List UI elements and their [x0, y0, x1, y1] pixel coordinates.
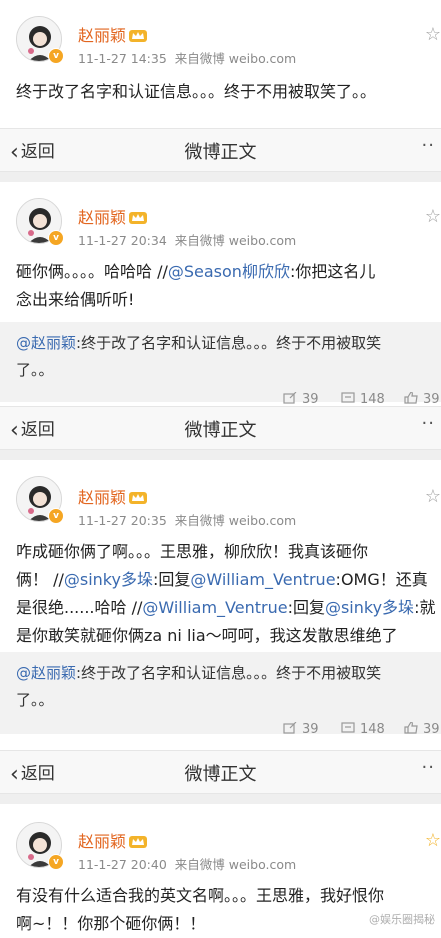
divider	[0, 450, 441, 460]
post-text: 咋成砸你俩了啊。。。王思雅，柳欣欣！我真该砸你 俩！ //@sinky多垛:回复…	[16, 538, 441, 650]
page-title: 微博正文	[184, 142, 257, 163]
post-meta: 11-1-27 20:40 来自微博 weibo.com	[78, 854, 296, 873]
watermark: @娱乐圈揭秘	[369, 913, 435, 926]
post-text-plain: :你把这名儿	[289, 262, 376, 281]
post-source: 来自微博 weibo.com	[174, 51, 297, 66]
username[interactable]: 赵丽颖	[78, 204, 148, 228]
more-icon[interactable]: ··	[422, 135, 435, 156]
comment-icon	[341, 722, 355, 734]
mention-link[interactable]: @William_Ventrue	[142, 598, 287, 617]
favorite-star-icon[interactable]: ☆	[425, 486, 441, 507]
username[interactable]: 赵丽颖	[78, 828, 148, 852]
crown-icon	[129, 489, 148, 508]
post-text-plain: :回复	[287, 598, 325, 617]
retweet-text-line: 了。。	[16, 691, 54, 709]
repost-count-value: 39	[302, 722, 319, 737]
navbar: ‹ 返回 微博正文 ··	[0, 406, 441, 450]
username-text: 赵丽颖	[78, 208, 127, 227]
post-source: 来自微博 weibo.com	[174, 513, 297, 528]
favorite-star-icon[interactable]: ☆	[425, 830, 441, 851]
comment-count[interactable]: 148	[341, 392, 385, 407]
page-title: 微博正文	[184, 420, 257, 441]
comment-count[interactable]: 148	[341, 722, 385, 737]
divider	[0, 172, 441, 182]
repost-icon	[283, 391, 297, 404]
post-text-plain: :就	[414, 598, 436, 617]
post-text: 砸你俩。。。。哈哈哈 //@Season柳欣欣:你把这名儿 念出来给偶听听!	[16, 258, 441, 314]
crown-icon	[129, 27, 148, 46]
mention-link[interactable]: @赵丽颖	[16, 334, 76, 352]
retweet-text: @赵丽颖:终于改了名字和认证信息。。。终于不用被取笑 了。。	[16, 330, 436, 384]
post-meta: 11-1-27 14:35 来自微博 weibo.com	[78, 48, 296, 67]
like-count[interactable]: 39	[404, 721, 440, 737]
divider	[0, 794, 441, 804]
favorite-star-icon[interactable]: ☆	[425, 24, 441, 45]
post-text-line: 念出来给偶听听!	[16, 290, 135, 309]
post-text-plain: 俩！ //	[16, 570, 64, 589]
post-text-plain: :回复	[152, 570, 191, 589]
post-text-line: 终于改了名字和认证信息。。。终于不用被取笑了。。	[16, 82, 377, 101]
username[interactable]: 赵丽颖	[78, 22, 148, 46]
username-text: 赵丽颖	[78, 488, 127, 507]
username-text: 赵丽颖	[78, 26, 127, 45]
post-text-plain: 砸你俩。。。。哈哈哈 //	[16, 262, 168, 281]
crown-icon	[129, 833, 148, 852]
verified-badge-icon: v	[48, 230, 64, 246]
post-meta: 11-1-27 20:34 来自微博 weibo.com	[78, 230, 296, 249]
retweet-box[interactable]: @赵丽颖:终于改了名字和认证信息。。。终于不用被取笑 了。。	[0, 322, 441, 402]
comment-count-value: 148	[360, 722, 385, 737]
mention-link[interactable]: @sinky多垛	[325, 598, 414, 617]
page-title: 微博正文	[184, 764, 257, 785]
post-1: v 赵丽颖 11-1-27 14:35 来自微博 weibo.com ☆ 终于改了…	[0, 0, 441, 128]
post-text-line: 是你敢笑就砸你俩za ni lia～呵呵，我这发散思维绝了	[16, 626, 398, 645]
repost-count[interactable]: 39	[283, 391, 319, 407]
post-source: 来自微博 weibo.com	[174, 857, 297, 872]
comment-icon	[341, 392, 355, 404]
thumbs-up-icon	[404, 391, 418, 404]
username[interactable]: 赵丽颖	[78, 484, 148, 508]
retweet-text-line: 了。。	[16, 361, 54, 379]
favorite-star-icon[interactable]: ☆	[425, 206, 441, 227]
repost-count-value: 39	[302, 392, 319, 407]
more-icon[interactable]: ··	[422, 757, 435, 778]
username-text: 赵丽颖	[78, 832, 127, 851]
retweet-text: @赵丽颖:终于改了名字和认证信息。。。终于不用被取笑 了。。	[16, 660, 436, 714]
mention-link[interactable]: @William_Ventrue	[190, 570, 335, 589]
verified-badge-icon: v	[48, 508, 64, 524]
like-count[interactable]: 39	[404, 391, 440, 407]
post-time: 11-1-27 14:35	[78, 51, 167, 66]
post-4: v 赵丽颖 11-1-27 20:40 来自微博 weibo.com ☆ 有没有什…	[0, 804, 441, 933]
repost-count[interactable]: 39	[283, 721, 319, 737]
post-text-line: 有没有什么适合我的英文名啊。。。王思雅，我好恨你	[16, 886, 385, 905]
retweet-text-line: :终于改了名字和认证信息。。。终于不用被取笑	[76, 664, 382, 682]
post-text: 有没有什么适合我的英文名啊。。。王思雅，我好恨你 啊~！！你那个砸你俩！！	[16, 882, 441, 938]
crown-icon	[129, 209, 148, 228]
post-time: 11-1-27 20:40	[78, 857, 167, 872]
thumbs-up-icon	[404, 721, 418, 734]
post-3: v 赵丽颖 11-1-27 20:35 来自微博 weibo.com ☆ 咋成砸你…	[0, 460, 441, 750]
post-text-plain: :OMG！还真	[335, 570, 428, 589]
repost-icon	[283, 721, 297, 734]
like-count-value: 39	[423, 392, 440, 407]
navbar: ‹ 返回 微博正文 ··	[0, 128, 441, 172]
like-count-value: 39	[423, 722, 440, 737]
retweet-text-line: :终于改了名字和认证信息。。。终于不用被取笑	[76, 334, 382, 352]
post-meta: 11-1-27 20:35 来自微博 weibo.com	[78, 510, 296, 529]
post-time: 11-1-27 20:35	[78, 513, 167, 528]
post-text: 终于改了名字和认证信息。。。终于不用被取笑了。。	[16, 78, 441, 106]
more-icon[interactable]: ··	[422, 413, 435, 434]
verified-badge-icon: v	[48, 854, 64, 870]
mention-link[interactable]: @sinky多垛	[64, 570, 153, 589]
post-text-line: 咋成砸你俩了啊。。。王思雅，柳欣欣！我真该砸你	[16, 542, 369, 561]
post-2: v 赵丽颖 11-1-27 20:34 来自微博 weibo.com ☆ 砸你俩。…	[0, 182, 441, 407]
mention-link[interactable]: @Season柳欣欣	[168, 262, 290, 281]
verified-badge-icon: v	[48, 48, 64, 64]
post-text-plain: 是很绝......哈哈 //	[16, 598, 143, 617]
mention-link[interactable]: @赵丽颖	[16, 664, 76, 682]
comment-count-value: 148	[360, 392, 385, 407]
navbar: ‹ 返回 微博正文 ··	[0, 750, 441, 794]
post-time: 11-1-27 20:34	[78, 233, 167, 248]
post-source: 来自微博 weibo.com	[174, 233, 297, 248]
